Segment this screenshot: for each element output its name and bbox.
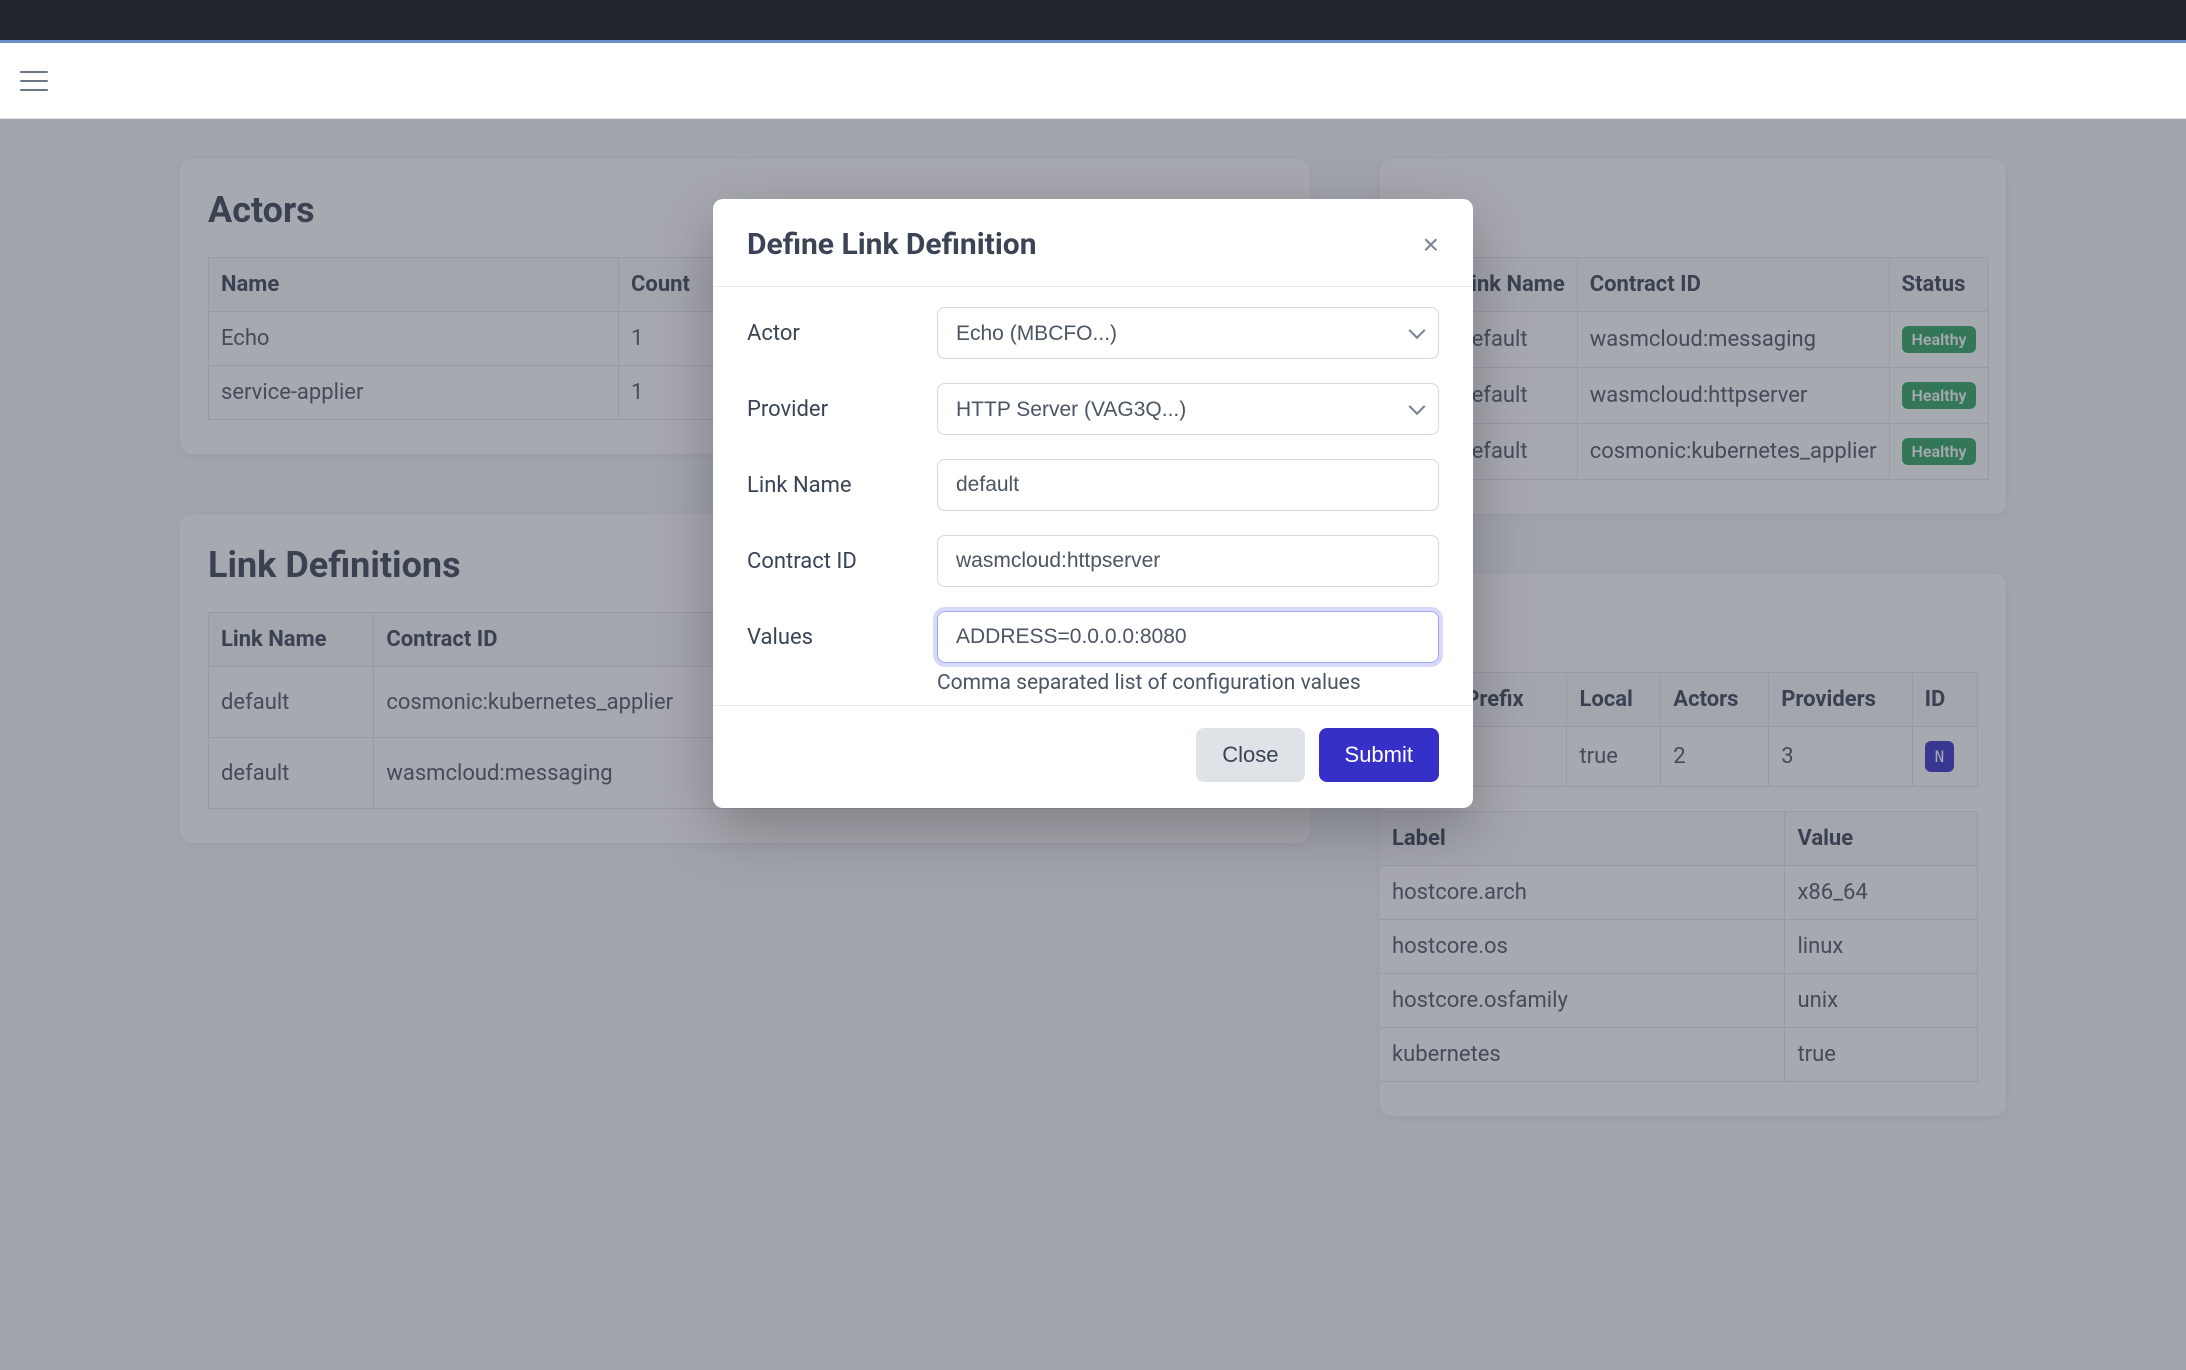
hamburger-icon[interactable] — [20, 71, 48, 91]
contract-id-label: Contract ID — [747, 549, 917, 574]
actor-select[interactable]: Echo (MBCFO...) — [937, 307, 1439, 359]
define-link-modal: Define Link Definition × Actor Echo (MBC… — [713, 199, 1473, 808]
contract-id-input[interactable] — [937, 535, 1439, 587]
modal-header: Define Link Definition × — [713, 199, 1473, 287]
close-button[interactable]: Close — [1196, 728, 1304, 782]
values-label: Values — [747, 625, 917, 650]
values-hint: Comma separated list of configuration va… — [937, 671, 1439, 695]
link-name-input[interactable] — [937, 459, 1439, 511]
provider-select[interactable]: HTTP Server (VAG3Q...) — [937, 383, 1439, 435]
navbar — [0, 43, 2186, 119]
actor-label: Actor — [747, 321, 917, 346]
modal-body: Actor Echo (MBCFO...) Provider HTTP Serv… — [713, 287, 1473, 705]
values-input[interactable] — [937, 611, 1439, 663]
modal-title: Define Link Definition — [747, 227, 1037, 262]
window-titlebar — [0, 0, 2186, 40]
provider-label: Provider — [747, 397, 917, 422]
modal-footer: Close Submit — [713, 705, 1473, 808]
submit-button[interactable]: Submit — [1319, 728, 1439, 782]
link-name-label: Link Name — [747, 473, 917, 498]
close-icon[interactable]: × — [1423, 231, 1439, 259]
